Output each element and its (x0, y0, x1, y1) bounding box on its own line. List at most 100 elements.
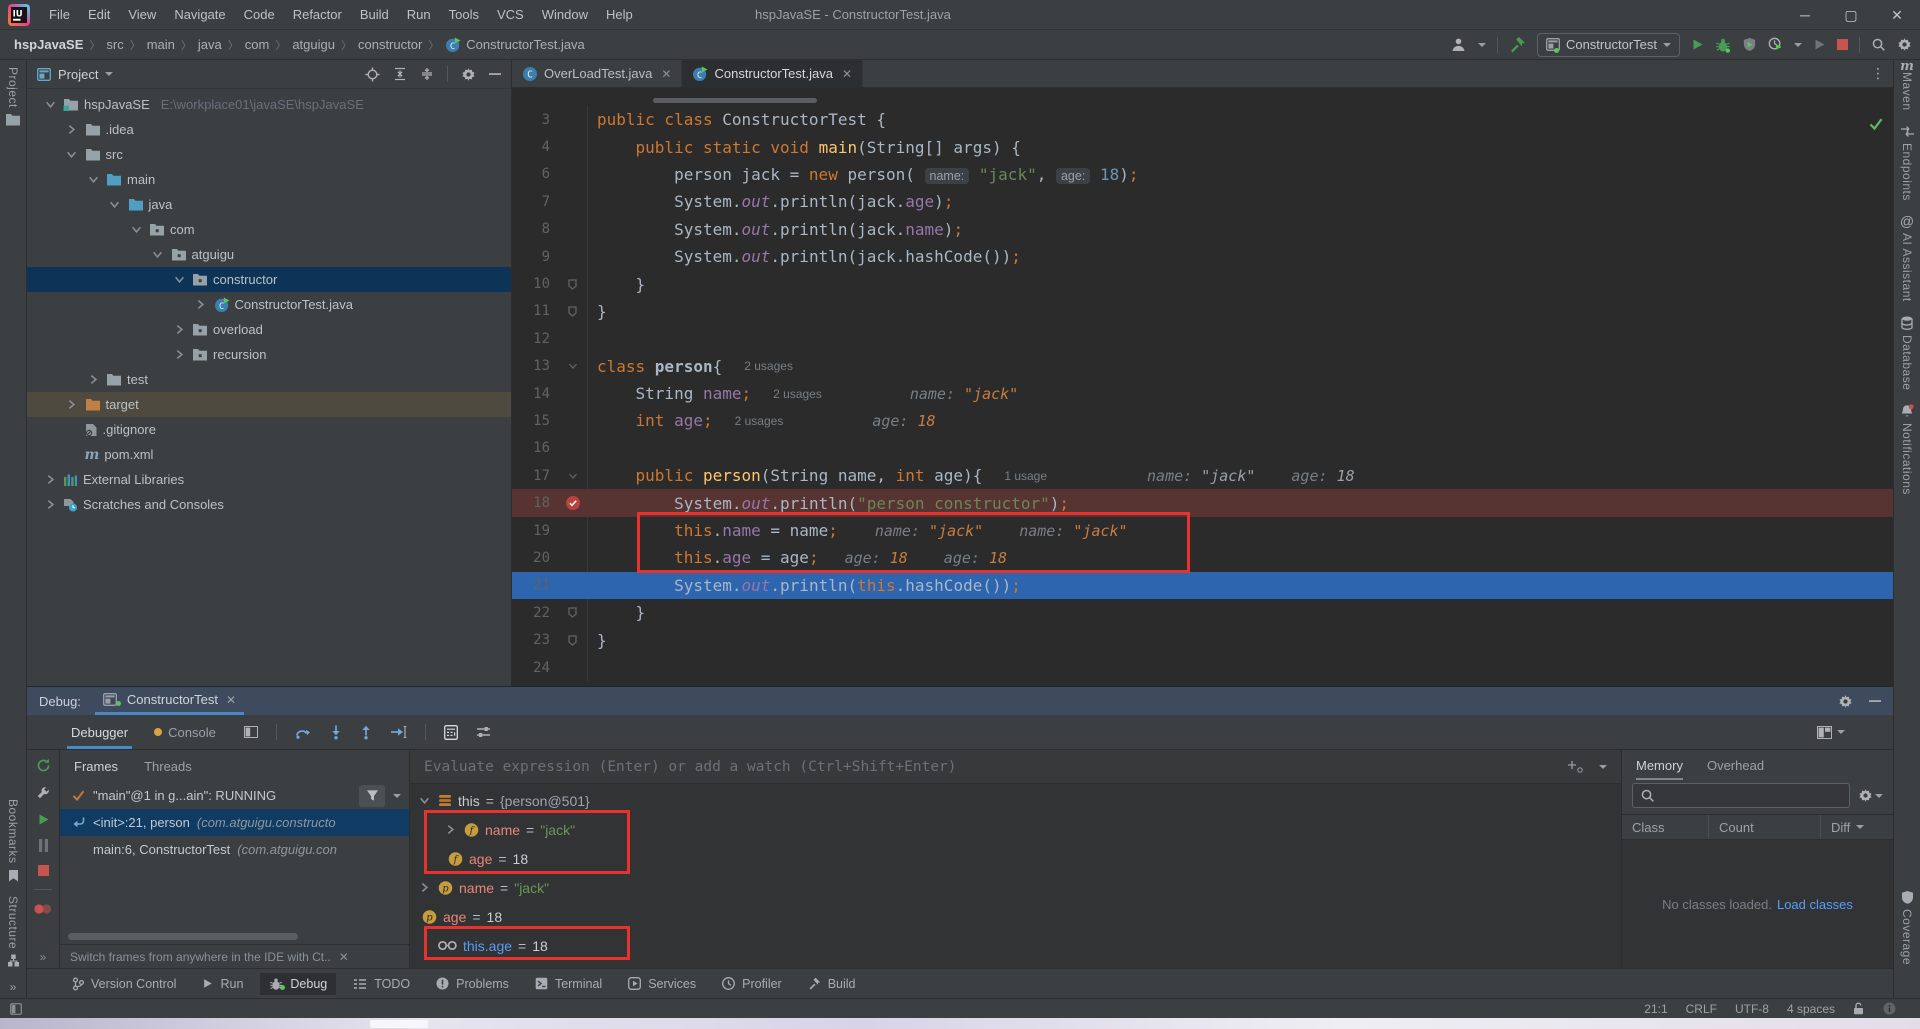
notifications-status-icon[interactable] (1883, 1002, 1896, 1015)
tree-item-com[interactable]: com (27, 217, 511, 242)
code-line-22[interactable]: 22 } (512, 599, 1893, 626)
frame-row[interactable]: main:6, ConstructorTest (com.atguigu.con (60, 836, 409, 863)
close-button[interactable]: ✕ (1874, 0, 1920, 30)
tab-debugger[interactable]: Debugger (67, 715, 132, 749)
stripe-tab-coverage[interactable]: Coverage (1900, 883, 1914, 972)
layout-options-icon[interactable] (244, 726, 258, 738)
variable-chevron-icon[interactable] (442, 824, 458, 835)
code-line-7[interactable]: 7 System.out.println(jack.age); (512, 188, 1893, 215)
stripe-tab-project[interactable]: Project (5, 60, 21, 133)
status-item-21-1[interactable]: 21:1 (1644, 1002, 1667, 1016)
tree-item-atguigu[interactable]: atguigu (27, 242, 511, 267)
toolwindow-button-profiler[interactable]: Profiler (713, 973, 791, 995)
run-configuration-select[interactable]: ConstructorTest (1537, 33, 1680, 57)
memory-search-input[interactable] (1632, 783, 1850, 808)
breadcrumb-item-constructor[interactable]: constructor (358, 37, 422, 52)
variable-row-name[interactable]: pname="jack" (410, 873, 1621, 902)
tree-chevron-icon[interactable] (42, 474, 58, 485)
tree-chevron-icon[interactable] (107, 199, 123, 210)
chevron-down-icon[interactable] (1599, 765, 1607, 769)
frame-row[interactable]: <init>:21, person (com.atguigu.construct… (60, 809, 409, 836)
load-classes-link[interactable]: Load classes (1777, 897, 1853, 912)
usages-hint[interactable]: 2 usages (735, 414, 784, 428)
project-options-icon[interactable] (461, 67, 476, 82)
tree-chevron-icon[interactable] (85, 374, 101, 385)
editor-tab-constructortest-java[interactable]: CConstructorTest.java✕ (682, 60, 863, 87)
stripe-tab-structure[interactable]: Structure (6, 889, 20, 974)
tree-item-target[interactable]: target (27, 392, 511, 417)
search-everywhere-icon[interactable] (1871, 37, 1886, 52)
tree-chevron-icon[interactable] (64, 149, 80, 160)
tree-chevron-icon[interactable] (193, 299, 209, 310)
run-to-cursor-icon[interactable] (390, 725, 407, 739)
stripe-tab-database[interactable]: Database (1900, 309, 1915, 397)
status-item-crlf[interactable]: CRLF (1686, 1002, 1717, 1016)
close-icon[interactable]: ✕ (226, 693, 236, 707)
column-count[interactable]: Count (1708, 815, 1820, 839)
column-class[interactable]: Class (1622, 815, 1708, 839)
stop-button[interactable] (1837, 39, 1848, 50)
variable-row-age[interactable]: fage=18 (410, 844, 1621, 873)
code-line-6[interactable]: 6 person jack = new person( name: "jack"… (512, 161, 1893, 188)
code-line-10[interactable]: 10 } (512, 270, 1893, 297)
user-icon[interactable] (1450, 37, 1467, 52)
menu-refactor[interactable]: Refactor (284, 7, 351, 22)
select-opened-file-icon[interactable] (365, 67, 380, 82)
menu-navigate[interactable]: Navigate (165, 7, 234, 22)
evaluate-expression-field[interactable]: Evaluate expression (Enter) or add a wat… (410, 750, 1621, 784)
evaluate-expression-icon[interactable] (444, 725, 458, 740)
lock-icon[interactable] (1853, 1002, 1865, 1015)
usages-hint[interactable]: 2 usages (744, 359, 793, 373)
tree-item-test[interactable]: test (27, 367, 511, 392)
horizontal-scrollbar[interactable] (68, 933, 298, 940)
status-item-utf-8[interactable]: UTF-8 (1735, 1002, 1769, 1016)
more-icon[interactable]: » (40, 950, 47, 964)
tree-item-scratches-and-consoles[interactable]: Scratches and Consoles (27, 492, 511, 517)
code-area[interactable]: 3public class ConstructorTest {4 public … (512, 88, 1893, 686)
toolwindow-button-version-control[interactable]: Version Control (63, 973, 185, 995)
tool-window-switcher-icon[interactable] (10, 1003, 22, 1015)
tree-chevron-icon[interactable] (42, 499, 58, 510)
close-icon[interactable]: ✕ (339, 950, 349, 964)
breadcrumb-item-hspjavase[interactable]: hspJavaSE (14, 37, 83, 52)
pause-icon[interactable] (38, 839, 49, 852)
tab-overhead[interactable]: Overhead (1707, 750, 1764, 780)
step-over-icon[interactable] (295, 725, 312, 739)
breadcrumb-item-src[interactable]: src (106, 37, 123, 52)
tree-chevron-icon[interactable] (171, 324, 187, 335)
toolwindow-button-debug[interactable]: Debug (260, 973, 336, 995)
menu-run[interactable]: Run (398, 7, 440, 22)
chevron-down-icon[interactable] (1875, 794, 1883, 798)
status-item-4-spaces[interactable]: 4 spaces (1787, 1002, 1835, 1016)
stripe-tab-bookmarks[interactable]: Bookmarks (6, 792, 20, 889)
stripe-tab-maven[interactable]: mMaven (1900, 60, 1915, 118)
tree-chevron-icon[interactable] (85, 174, 101, 185)
code-line-18[interactable]: 18 System.out.println("person constructo… (512, 489, 1893, 516)
close-icon[interactable]: ✕ (842, 67, 852, 81)
view-breakpoints-icon[interactable] (34, 903, 52, 915)
tree-item-gitignore[interactable]: .gitignore (27, 417, 511, 442)
menu-build[interactable]: Build (351, 7, 398, 22)
toolwindow-button-terminal[interactable]: Terminal (526, 973, 611, 995)
code-line-8[interactable]: 8 System.out.println(jack.name); (512, 216, 1893, 243)
hide-panel-icon[interactable] (489, 72, 501, 76)
debug-button[interactable] (1715, 37, 1731, 53)
tabs-more-icon[interactable]: ⋮ (1871, 65, 1885, 82)
collapse-all-icon[interactable] (420, 67, 434, 81)
tree-item-recursion[interactable]: recursion (27, 342, 511, 367)
code-line-3[interactable]: 3public class ConstructorTest { (512, 106, 1893, 133)
toolwindow-button-run[interactable]: Run (193, 973, 252, 995)
filter-funnel-icon[interactable] (359, 785, 385, 807)
variable-row-name[interactable]: fname="jack" (410, 815, 1621, 844)
close-icon[interactable]: ✕ (661, 67, 671, 81)
code-line-9[interactable]: 9 System.out.println(jack.hashCode()); (512, 243, 1893, 270)
chevron-down-icon[interactable] (1837, 730, 1845, 734)
tree-item-hspjavase[interactable]: hspJavaSEE:\workplace01\javaSE\hspJavaSE (27, 92, 511, 117)
breadcrumb-item-main[interactable]: main (147, 37, 175, 52)
step-out-icon[interactable] (360, 725, 372, 740)
code-line-23[interactable]: 23} (512, 626, 1893, 653)
maximize-button[interactable]: ▢ (1828, 0, 1874, 30)
tree-item-main[interactable]: main (27, 167, 511, 192)
view-options-icon[interactable] (476, 726, 491, 738)
code-line-20[interactable]: 20 this.age = age;age: 18age: 18 (512, 544, 1893, 571)
